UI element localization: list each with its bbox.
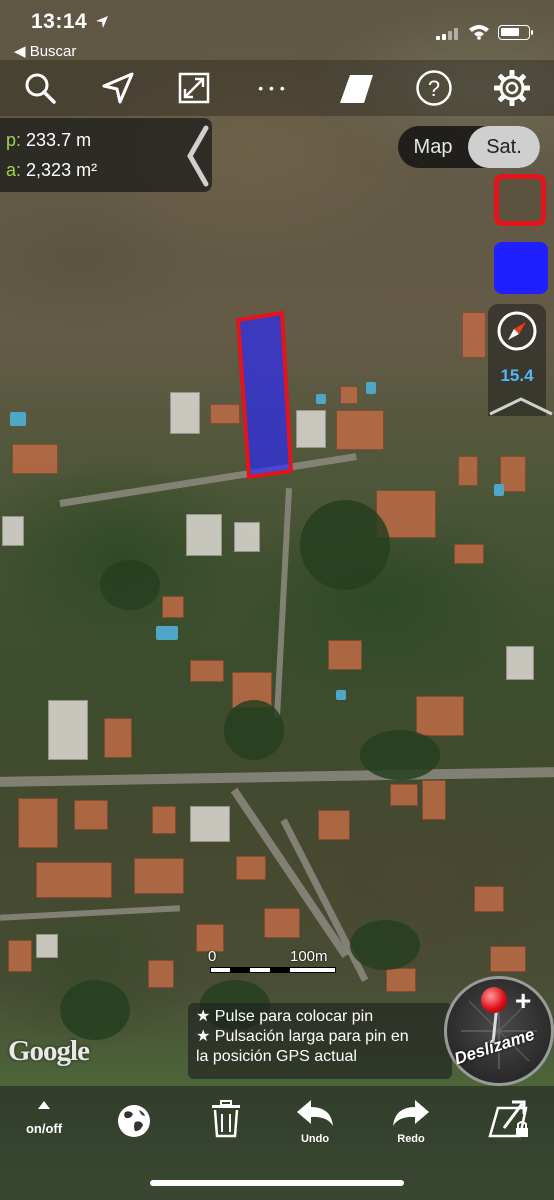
perimeter-key: p: — [6, 130, 22, 150]
undo-icon — [297, 1100, 333, 1126]
fill-color-swatch[interactable] — [494, 242, 548, 294]
collapse-chevron-icon[interactable] — [184, 124, 210, 188]
area-value: 2,323 m² — [26, 160, 98, 180]
area-key: a: — [6, 160, 22, 180]
status-bar: 13:14 ◀ Buscar — [0, 0, 554, 64]
drag-pin-button[interactable]: + Deslízame — [444, 976, 554, 1086]
scale-bar: 0 100m — [208, 948, 338, 978]
top-toolbar: • • • ? — [0, 60, 554, 116]
zoom-level: 15.4 — [500, 366, 534, 385]
onoff-button[interactable]: on/off — [14, 1092, 74, 1148]
clock: 13:14 — [31, 10, 88, 33]
perimeter-value: 233.7 m — [26, 130, 92, 150]
stroke-color-swatch[interactable] — [494, 174, 546, 226]
undo-label: Undo — [300, 1133, 330, 1145]
redo-button[interactable]: Redo — [386, 1092, 436, 1148]
measurement-panel: p: 233.7 m a: 2,323 m² — [0, 118, 212, 192]
trash-icon[interactable] — [204, 1092, 248, 1148]
perimeter-row: p: 233.7 m — [6, 130, 91, 151]
compass-widget[interactable]: 15.4 — [488, 304, 553, 416]
shape-icon[interactable] — [334, 66, 378, 110]
help-label: ? — [427, 76, 441, 101]
redo-icon — [393, 1100, 429, 1126]
back-to-search-link[interactable]: ◀ Buscar — [14, 42, 76, 60]
area-row: a: 2,323 m² — [6, 160, 97, 181]
redo-label: Redo — [397, 1133, 425, 1145]
map-screen: 13:14 ◀ Buscar • • • ? p: 233.7 m a: 2,3… — [0, 0, 554, 1200]
fullscreen-icon[interactable] — [172, 66, 216, 110]
google-attribution: Google — [8, 1035, 90, 1067]
home-indicator — [150, 1180, 404, 1186]
navigate-icon[interactable] — [96, 66, 140, 110]
hint-box: ★ Pulse para colocar pin ★ Pulsación lar… — [188, 1003, 452, 1079]
plus-icon: + — [515, 985, 532, 1016]
battery-icon — [498, 25, 533, 40]
signal-icon — [436, 28, 460, 40]
scale-distance: 100m — [290, 948, 328, 965]
hint-line: la posición GPS actual — [196, 1048, 357, 1065]
polygon-shape[interactable] — [235, 310, 294, 480]
location-arrow-icon — [94, 14, 110, 34]
scale-zero: 0 — [208, 948, 217, 965]
onoff-label: on/off — [25, 1121, 63, 1136]
more-icon[interactable]: • • • — [250, 66, 294, 110]
map-type-toggle[interactable]: Map Sat. — [398, 126, 540, 168]
hint-line: ★ Pulse para colocar pin — [196, 1008, 374, 1025]
help-icon[interactable]: ? — [412, 66, 456, 110]
triangle-up-icon — [38, 1101, 50, 1109]
hint-line: ★ Pulsación larga para pin en — [196, 1028, 409, 1045]
wifi-icon — [469, 25, 489, 40]
globe-icon[interactable] — [112, 1092, 156, 1148]
gear-icon[interactable] — [490, 66, 534, 110]
satellite-option[interactable]: Sat. — [468, 126, 540, 168]
compass-icon[interactable] — [496, 310, 538, 352]
share-lock-icon[interactable] — [484, 1092, 534, 1148]
search-icon[interactable] — [18, 66, 62, 110]
chevron-up-icon[interactable] — [488, 396, 554, 416]
pin-icon — [481, 987, 507, 1013]
undo-button[interactable]: Undo — [290, 1092, 340, 1148]
map-option[interactable]: Map — [398, 126, 468, 168]
